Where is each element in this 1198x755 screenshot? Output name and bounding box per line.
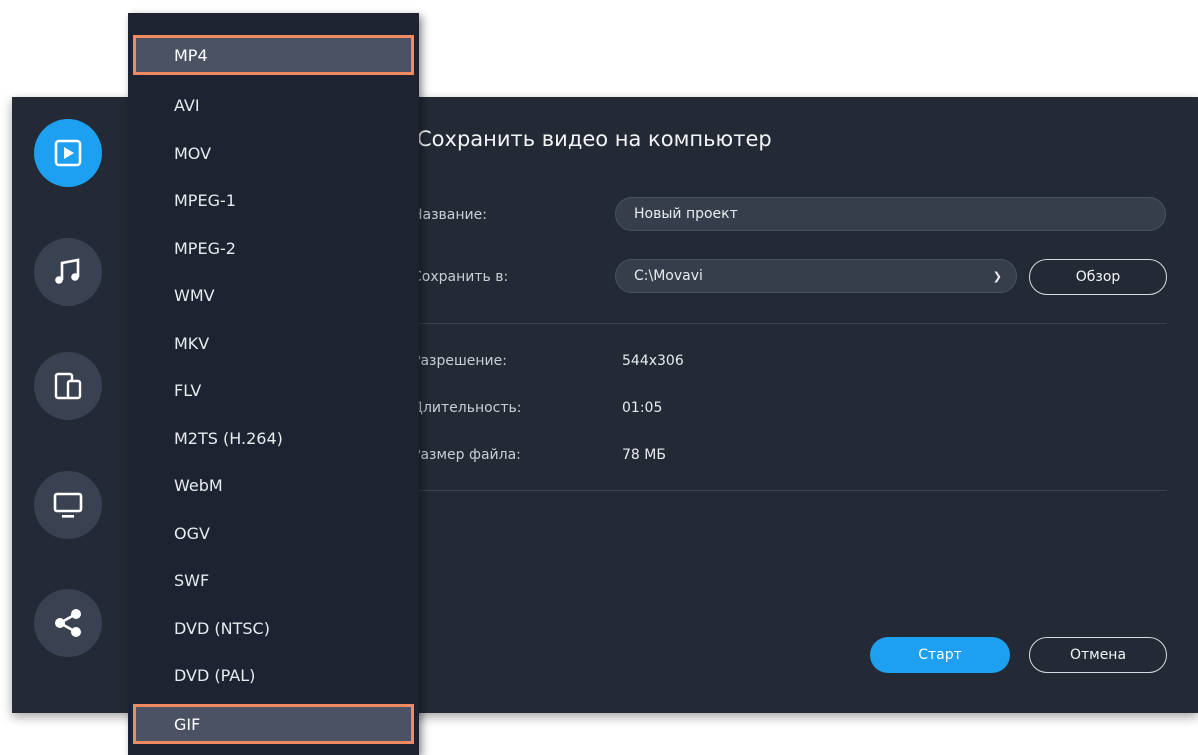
format-option-swf[interactable]: SWF: [128, 560, 419, 600]
resolution-label: Разрешение:: [412, 353, 507, 369]
devices-icon: [54, 372, 82, 400]
category-share-button[interactable]: [34, 589, 102, 657]
format-option-mp4[interactable]: MP4: [133, 35, 414, 75]
resolution-value: 544x306: [622, 353, 684, 369]
format-option-mpeg2[interactable]: MPEG-2: [128, 228, 419, 268]
format-option-m2ts[interactable]: M2TS (H.264): [128, 418, 419, 458]
dialog-title: Сохранить видео на компьютер: [417, 127, 772, 151]
monitor-icon: [53, 492, 83, 518]
format-option-wmv[interactable]: WMV: [128, 275, 419, 315]
filesize-value: 78 МБ: [622, 447, 666, 463]
format-option-flv[interactable]: FLV: [128, 370, 419, 410]
format-option-ogv[interactable]: OGV: [128, 513, 419, 553]
save-to-dropdown[interactable]: C:\Movavi ❯: [615, 259, 1017, 293]
format-option-dvd-pal[interactable]: DVD (PAL): [128, 655, 419, 695]
category-rail: [12, 97, 132, 713]
share-icon: [55, 609, 81, 637]
save-to-value: C:\Movavi: [634, 268, 703, 284]
name-field[interactable]: Новый проект: [615, 197, 1166, 231]
cancel-button[interactable]: Отмена: [1029, 637, 1167, 673]
video-file-icon: [54, 139, 82, 167]
filesize-label: Размер файла:: [412, 447, 521, 463]
category-video-button[interactable]: [34, 119, 102, 187]
format-option-webm[interactable]: WebM: [128, 465, 419, 505]
format-option-gif[interactable]: GIF: [133, 704, 414, 744]
category-devices-button[interactable]: [34, 352, 102, 420]
duration-value: 01:05: [622, 400, 663, 416]
format-option-mpeg1[interactable]: MPEG-1: [128, 180, 419, 220]
save-to-label: Сохранить в:: [412, 269, 509, 285]
format-option-mkv[interactable]: MKV: [128, 323, 419, 363]
format-dropdown-list: MP4 AVI MOV MPEG-1 MPEG-2 WMV MKV FLV M2…: [128, 13, 419, 755]
category-audio-button[interactable]: [34, 238, 102, 306]
format-option-dvd-ntsc[interactable]: DVD (NTSC): [128, 608, 419, 648]
divider: [412, 323, 1167, 324]
name-label: Название:: [412, 207, 487, 223]
divider: [412, 490, 1167, 491]
duration-label: Длительность:: [412, 400, 522, 416]
chevron-down-icon: ❯: [992, 269, 1002, 283]
format-option-avi[interactable]: AVI: [128, 85, 419, 125]
category-tv-button[interactable]: [34, 471, 102, 539]
format-option-mov[interactable]: MOV: [128, 133, 419, 173]
start-button[interactable]: Старт: [870, 637, 1010, 673]
music-note-icon: [55, 258, 80, 284]
browse-button[interactable]: Обзор: [1029, 259, 1167, 295]
name-field-value: Новый проект: [634, 206, 738, 222]
